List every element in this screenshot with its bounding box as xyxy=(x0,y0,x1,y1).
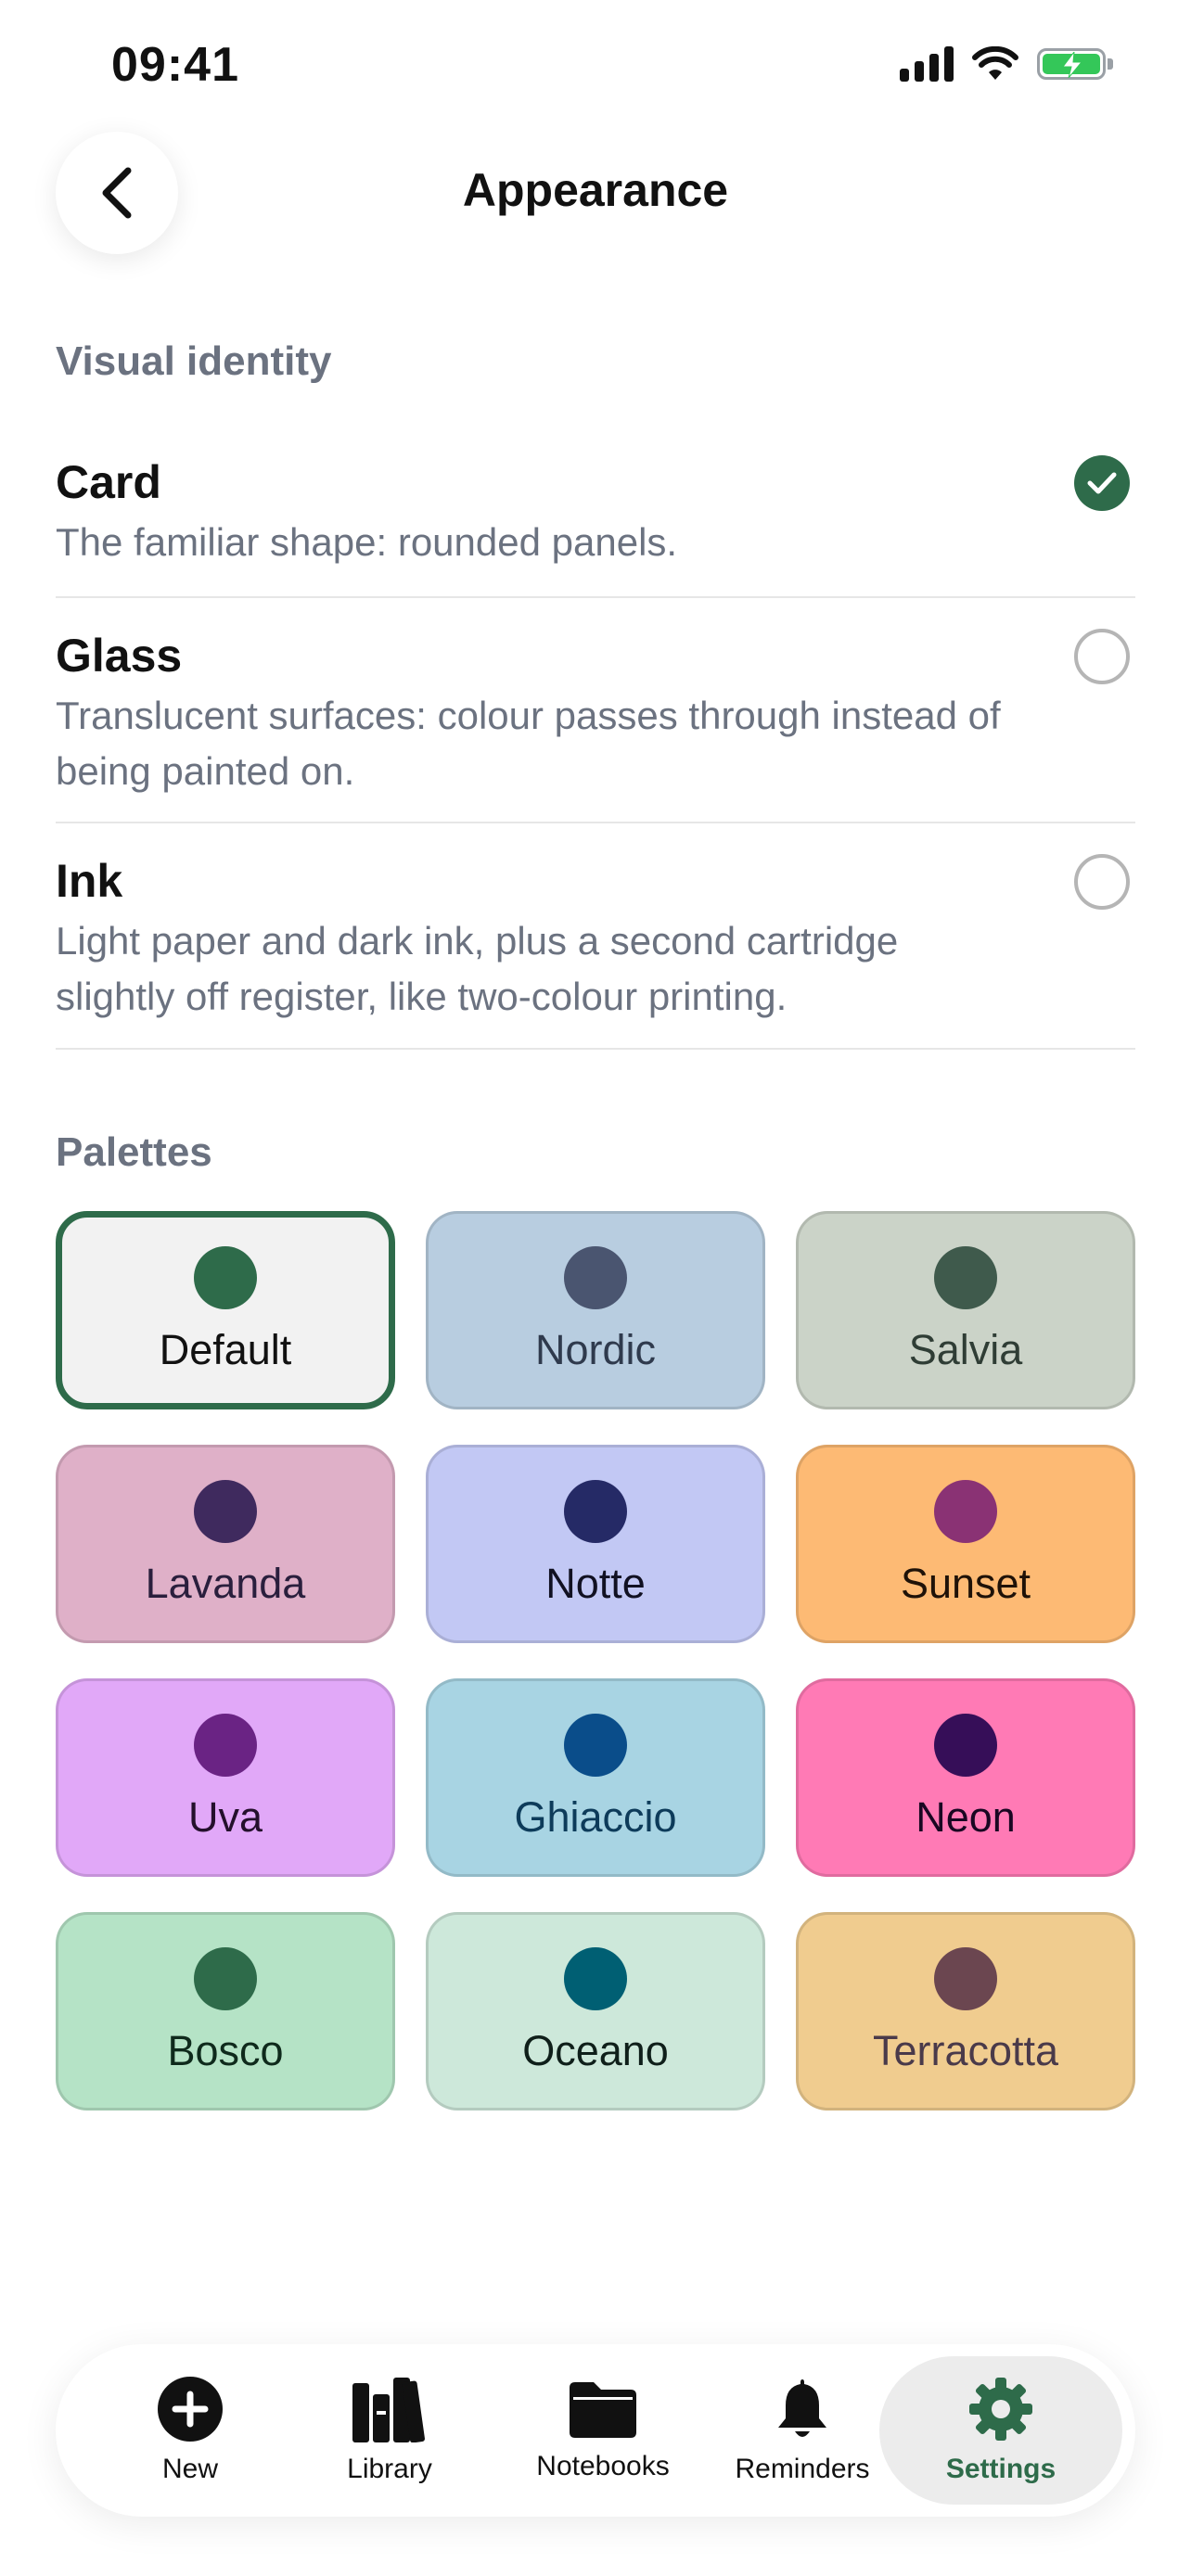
visual-identity-heading: Visual identity xyxy=(56,338,332,384)
palette-name: Lavanda xyxy=(145,1560,306,1607)
tab-label: Settings xyxy=(945,2454,1057,2484)
tab-label: Reminders xyxy=(735,2454,870,2484)
tab-bar: New Library Notebooks Reminders Settings xyxy=(56,2344,1135,2517)
palette-name: Nordic xyxy=(534,1326,657,1373)
palette-tile-uva[interactable]: Uva xyxy=(56,1678,395,1877)
palette-name: Oceano xyxy=(522,2027,669,2074)
palette-swatch xyxy=(564,1947,627,2010)
palette-name: Default xyxy=(159,1326,292,1373)
palette-tile-notte[interactable]: Notte xyxy=(426,1445,765,1643)
identity-option-description: Translucent surfaces: colour passes thro… xyxy=(56,694,1001,793)
palette-name: Ghiaccio xyxy=(514,1793,677,1841)
palettes-heading: Palettes xyxy=(56,1129,212,1175)
tab-new[interactable]: New xyxy=(121,2344,260,2517)
visual-identity-list: Card The familiar shape: rounded panels.… xyxy=(56,422,1135,1050)
palette-name: Terracotta xyxy=(872,2027,1059,2074)
palette-name: Salvia xyxy=(908,1326,1023,1373)
tab-reminders[interactable]: Reminders xyxy=(719,2344,886,2517)
palette-swatch xyxy=(564,1480,627,1543)
tab-label: Library xyxy=(347,2454,432,2484)
tab-notebooks[interactable]: Notebooks xyxy=(515,2344,691,2517)
palette-grid: Default Nordic Salvia Lavanda Notte Suns… xyxy=(56,1211,1135,2111)
identity-option-glass[interactable]: Glass Translucent surfaces: colour passe… xyxy=(56,598,1135,823)
palette-swatch xyxy=(934,1947,997,2010)
palette-name: Bosco xyxy=(167,2027,284,2074)
identity-option-ink[interactable]: Ink Light paper and dark ink, plus a sec… xyxy=(56,823,1135,1050)
status-time: 09:41 xyxy=(111,38,239,92)
identity-option-name: Card xyxy=(56,456,161,508)
folder-icon xyxy=(570,2382,636,2438)
books-icon xyxy=(352,2378,425,2442)
tab-label: New xyxy=(161,2454,218,2484)
bell-icon xyxy=(778,2379,826,2437)
tab-settings[interactable]: Settings xyxy=(879,2356,1122,2505)
wifi-icon xyxy=(972,46,1018,80)
palette-swatch xyxy=(934,1246,997,1309)
page-title: Appearance xyxy=(462,164,729,216)
status-icons xyxy=(900,46,1113,82)
palette-tile-salvia[interactable]: Salvia xyxy=(796,1211,1135,1409)
palette-swatch xyxy=(194,1947,257,2010)
palette-tile-sunset[interactable]: Sunset xyxy=(796,1445,1135,1643)
identity-option-description: The familiar shape: rounded panels. xyxy=(56,520,678,564)
radio-unselected-icon[interactable] xyxy=(1074,854,1130,910)
palette-tile-nordic[interactable]: Nordic xyxy=(426,1211,765,1409)
palette-tile-ghiaccio[interactable]: Ghiaccio xyxy=(426,1678,765,1877)
palette-tile-terracotta[interactable]: Terracotta xyxy=(796,1912,1135,2111)
plus-circle-icon xyxy=(158,2377,223,2442)
palette-name: Uva xyxy=(187,1793,263,1841)
palette-swatch xyxy=(194,1246,257,1309)
palette-tile-oceano[interactable]: Oceano xyxy=(426,1912,765,2111)
palette-swatch xyxy=(934,1714,997,1777)
identity-option-description: Light paper and dark ink, plus a second … xyxy=(56,919,899,1018)
palette-tile-neon[interactable]: Neon xyxy=(796,1678,1135,1877)
identity-option-name: Glass xyxy=(56,630,183,682)
palette-tile-lavanda[interactable]: Lavanda xyxy=(56,1445,395,1643)
identity-option-name: Ink xyxy=(56,855,123,907)
tab-library[interactable]: Library xyxy=(320,2344,459,2517)
tab-label: Notebooks xyxy=(536,2451,670,2481)
selected-checkmark-icon[interactable] xyxy=(1074,455,1130,511)
palette-name: Notte xyxy=(545,1560,646,1607)
palette-tile-default[interactable]: Default xyxy=(56,1211,395,1409)
palette-swatch xyxy=(194,1480,257,1543)
radio-unselected-icon[interactable] xyxy=(1074,629,1130,684)
gear-icon xyxy=(969,2378,1032,2441)
palette-name: Neon xyxy=(916,1793,1016,1841)
palette-swatch xyxy=(564,1246,627,1309)
battery-icon xyxy=(1037,48,1106,80)
palette-name: Sunset xyxy=(900,1560,1031,1607)
identity-option-card[interactable]: Card The familiar shape: rounded panels. xyxy=(56,422,1135,598)
cellular-signal-icon xyxy=(900,46,954,82)
palette-swatch xyxy=(564,1714,627,1777)
palette-tile-bosco[interactable]: Bosco xyxy=(56,1912,395,2111)
palette-swatch xyxy=(934,1480,997,1543)
palette-swatch xyxy=(194,1714,257,1777)
